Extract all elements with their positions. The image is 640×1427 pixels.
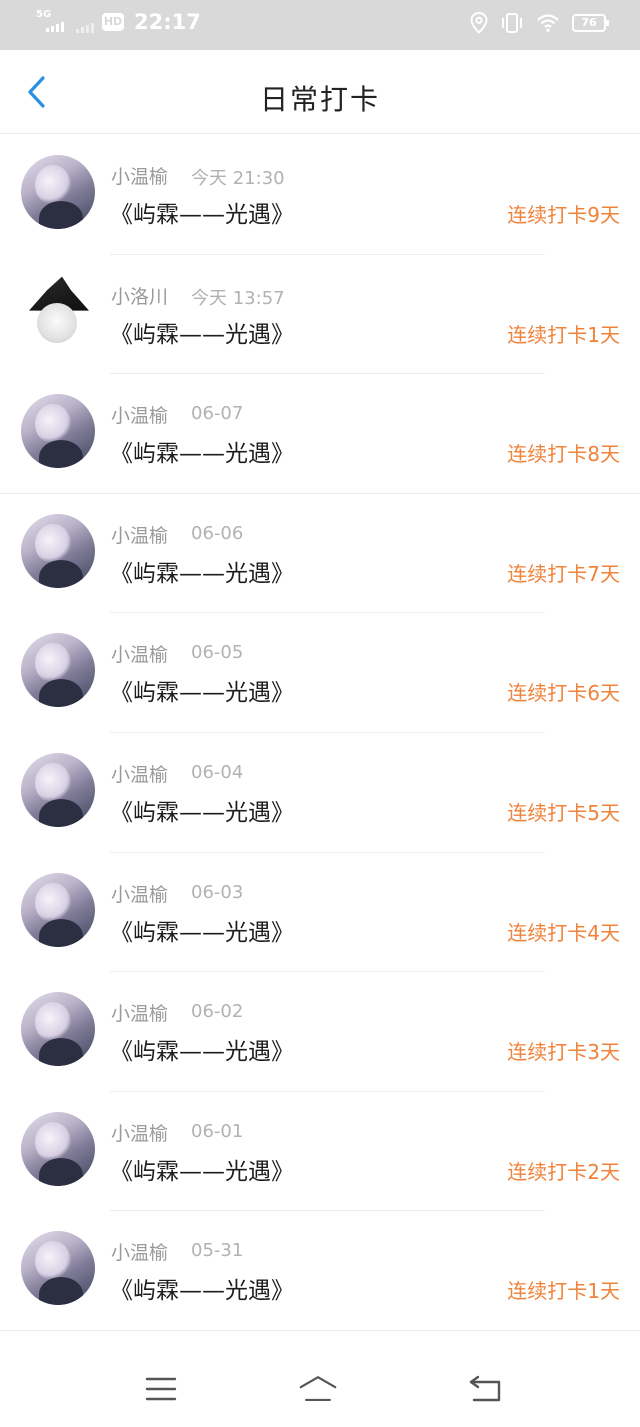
home-icon xyxy=(299,1376,337,1401)
user-name[interactable]: 小温榆 xyxy=(111,162,168,189)
streak-label: 连续打卡1天 xyxy=(507,322,620,347)
home-button[interactable] xyxy=(298,1372,338,1406)
user-name[interactable]: 小温榆 xyxy=(111,1238,168,1265)
checkin-title: 《屿霖——光遇》 xyxy=(110,919,294,946)
checkin-title: 《屿霖——光遇》 xyxy=(110,1278,294,1305)
post-time: 06-07 xyxy=(191,403,244,425)
network-type-label: 5G xyxy=(36,9,52,20)
checkin-title: 《屿霖——光遇》 xyxy=(110,441,294,468)
system-nav-bar xyxy=(0,1350,640,1427)
avatar[interactable] xyxy=(21,513,95,588)
post-time: 06-02 xyxy=(191,1001,244,1023)
checkin-list: 小温榆 今天 21:30 《屿霖——光遇》 连续打卡9天 小洛川 今天 13:5… xyxy=(0,135,640,1331)
streak-label: 连续打卡6天 xyxy=(507,681,620,706)
list-item[interactable]: 小洛川 今天 13:57 《屿霖——光遇》 连续打卡1天 xyxy=(0,255,640,375)
post-time: 今天 13:57 xyxy=(191,287,285,309)
avatar[interactable] xyxy=(21,1111,95,1186)
status-left: 5G HD 22:17 xyxy=(36,10,201,35)
checkin-title: 《屿霖——光遇》 xyxy=(110,680,294,707)
user-name[interactable]: 小温榆 xyxy=(111,999,168,1026)
checkin-title: 《屿霖——光遇》 xyxy=(110,1039,294,1066)
list-item[interactable]: 小温榆 06-02 《屿霖——光遇》 连续打卡3天 xyxy=(0,972,640,1092)
location-icon xyxy=(470,12,488,34)
post-time: 05-31 xyxy=(191,1240,244,1262)
vibrate-icon xyxy=(502,13,522,33)
post-time: 06-01 xyxy=(191,1120,244,1142)
streak-label: 连续打卡9天 xyxy=(507,203,620,227)
nav-bar: 日常打卡 xyxy=(0,50,640,134)
user-name[interactable]: 小温榆 xyxy=(111,1119,168,1146)
battery-icon: 76 xyxy=(572,14,609,32)
user-name[interactable]: 小温榆 xyxy=(111,401,168,428)
status-time: 22:17 xyxy=(134,10,201,34)
signal-5g-icon: 5G xyxy=(36,10,68,34)
status-right: 76 xyxy=(470,12,609,34)
avatar[interactable] xyxy=(21,1231,95,1306)
streak-label: 连续打卡4天 xyxy=(507,920,620,945)
user-name[interactable]: 小温榆 xyxy=(111,640,168,667)
streak-label: 连续打卡1天 xyxy=(507,1279,620,1304)
user-name[interactable]: 小温榆 xyxy=(111,880,168,907)
back-nav-button[interactable] xyxy=(466,1372,506,1406)
avatar[interactable] xyxy=(21,274,95,349)
checkin-title: 《屿霖——光遇》 xyxy=(110,799,294,826)
user-name[interactable]: 小温榆 xyxy=(111,521,168,548)
post-time: 06-05 xyxy=(191,642,244,664)
signal-secondary-icon xyxy=(76,23,94,33)
list-item[interactable]: 小温榆 06-07 《屿霖——光遇》 连续打卡8天 xyxy=(0,374,640,494)
checkin-title: 《屿霖——光遇》 xyxy=(110,202,294,228)
avatar[interactable] xyxy=(21,872,95,947)
streak-label: 连续打卡2天 xyxy=(507,1159,620,1184)
list-item[interactable]: 小温榆 06-06 《屿霖——光遇》 连续打卡7天 xyxy=(0,494,640,614)
wifi-icon xyxy=(537,14,559,32)
status-bar: 5G HD 22:17 76 xyxy=(0,0,640,50)
avatar[interactable] xyxy=(21,394,95,469)
menu-button[interactable] xyxy=(141,1372,181,1406)
user-name[interactable]: 小洛川 xyxy=(111,282,168,309)
avatar[interactable] xyxy=(21,155,95,229)
user-name[interactable]: 小温榆 xyxy=(111,760,168,787)
streak-label: 连续打卡5天 xyxy=(507,800,620,825)
list-item[interactable]: 小温榆 今天 21:30 《屿霖——光遇》 连续打卡9天 xyxy=(0,135,640,255)
post-time: 06-04 xyxy=(191,761,244,783)
post-time: 06-03 xyxy=(191,881,244,903)
divider xyxy=(0,1329,640,1331)
streak-label: 连续打卡3天 xyxy=(507,1040,620,1065)
list-item[interactable]: 小温榆 06-03 《屿霖——光遇》 连续打卡4天 xyxy=(0,853,640,973)
list-item[interactable]: 小温榆 06-04 《屿霖——光遇》 连续打卡5天 xyxy=(0,733,640,853)
streak-label: 连续打卡8天 xyxy=(507,442,620,467)
avatar[interactable] xyxy=(21,992,95,1067)
avatar[interactable] xyxy=(21,633,95,708)
checkin-title: 《屿霖——光遇》 xyxy=(110,1158,294,1185)
checkin-title: 《屿霖——光遇》 xyxy=(110,560,294,587)
back-arrow-icon xyxy=(469,1375,501,1402)
streak-label: 连续打卡7天 xyxy=(507,561,620,586)
post-time: 06-06 xyxy=(191,522,244,544)
page-title: 日常打卡 xyxy=(259,83,380,116)
avatar[interactable] xyxy=(21,752,95,827)
menu-icon xyxy=(145,1377,177,1401)
list-item[interactable]: 小温榆 06-05 《屿霖——光遇》 连续打卡6天 xyxy=(0,613,640,733)
hd-icon: HD xyxy=(102,13,124,31)
checkin-title: 《屿霖——光遇》 xyxy=(110,321,294,348)
post-time: 今天 21:30 xyxy=(191,168,285,189)
list-item[interactable]: 小温榆 05-31 《屿霖——光遇》 连续打卡1天 xyxy=(0,1211,640,1331)
list-item[interactable]: 小温榆 06-01 《屿霖——光遇》 连续打卡2天 xyxy=(0,1092,640,1212)
